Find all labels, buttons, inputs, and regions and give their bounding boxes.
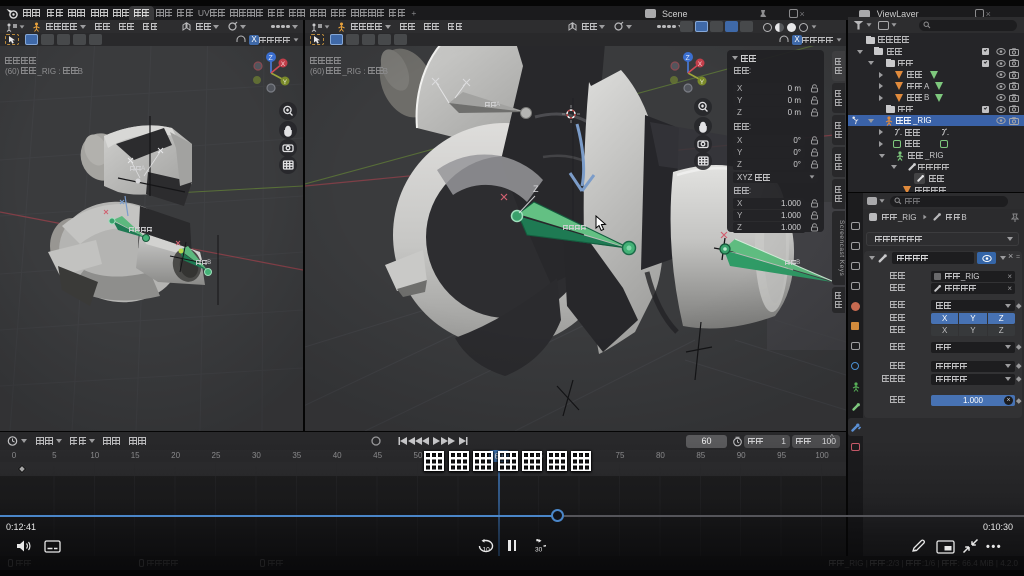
svg-text:X: X <box>698 61 703 68</box>
svg-text:Z: Z <box>686 55 691 62</box>
svg-text:Y: Y <box>700 79 705 86</box>
svg-text:X: X <box>281 61 286 68</box>
svg-text:Y: Y <box>283 79 288 86</box>
svg-text:Z: Z <box>533 184 539 194</box>
svg-text:Z: Z <box>269 55 274 62</box>
